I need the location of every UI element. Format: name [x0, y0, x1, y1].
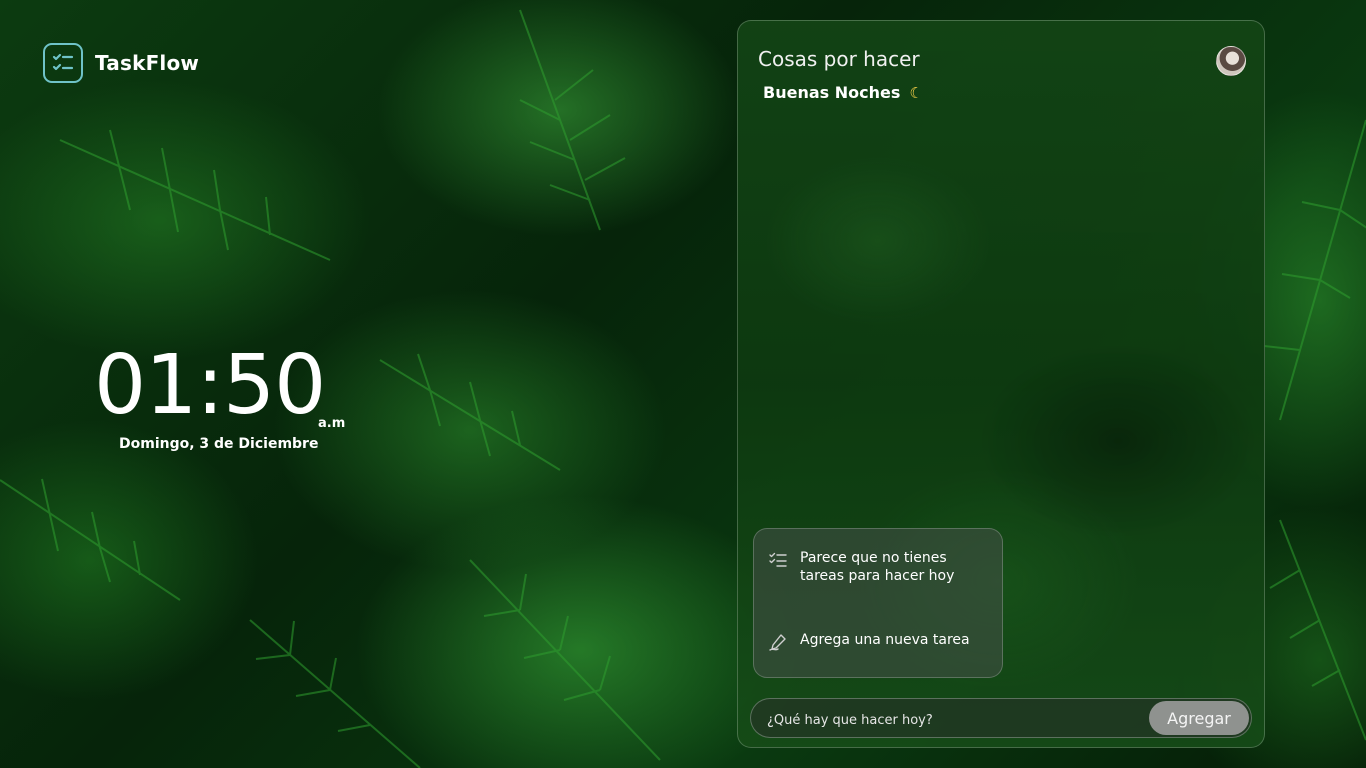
add-task-hint[interactable]: Agrega una nueva tarea: [768, 631, 980, 652]
checklist-icon: [769, 552, 787, 567]
greeting-text: Buenas Noches: [763, 83, 901, 102]
moon-icon: ☾: [909, 83, 923, 102]
app-name: TaskFlow: [95, 51, 200, 75]
clock-date: Domingo, 3 de Diciembre: [119, 436, 319, 452]
checklist-icon: [43, 43, 83, 83]
user-avatar[interactable]: [1216, 46, 1246, 76]
panel-title: Cosas por hacer: [758, 47, 920, 71]
empty-message-row: Parece que no tienes tareas para hacer h…: [768, 549, 980, 585]
clock-time: 01:50: [94, 338, 326, 433]
task-input[interactable]: [765, 707, 1139, 733]
clock-period: a.m: [318, 416, 346, 431]
greeting: Buenas Noches ☾: [763, 83, 923, 102]
add-task-button[interactable]: Agregar: [1149, 701, 1249, 735]
task-composer: Agregar: [750, 698, 1252, 738]
pen-icon: [769, 634, 786, 651]
add-task-hint-label: Agrega una nueva tarea: [800, 632, 970, 648]
clock-widget: 01:50 a.m Domingo, 3 de Diciembre: [94, 338, 354, 453]
empty-state-card: Parece que no tienes tareas para hacer h…: [753, 528, 1003, 678]
app-logo[interactable]: TaskFlow: [43, 43, 199, 83]
task-panel: Cosas por hacer Buenas Noches ☾ Parece q…: [737, 20, 1265, 748]
empty-message: Parece que no tienes tareas para hacer h…: [800, 550, 955, 584]
app-root: TaskFlow 01:50 a.m Domingo, 3 de Diciemb…: [0, 0, 1366, 768]
